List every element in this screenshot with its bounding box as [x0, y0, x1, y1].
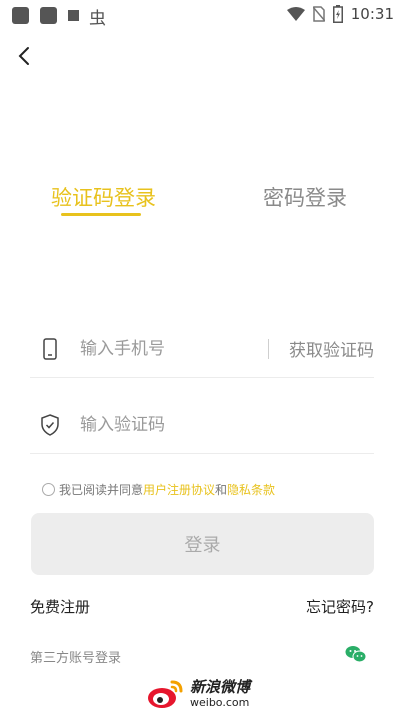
agreement-prefix: 我已阅读并同意 — [59, 483, 144, 497]
status-bar: 虫 10:31 — [0, 0, 404, 34]
bug-icon: 虫 — [89, 9, 106, 29]
app-notification-icon — [40, 7, 57, 24]
weibo-name-cn: 新浪微博 — [190, 678, 251, 696]
status-right-group: 10:31 — [286, 5, 394, 23]
back-button[interactable] — [12, 42, 40, 70]
no-sim-icon — [312, 6, 325, 22]
app-notification-icon — [12, 7, 29, 24]
weibo-name-en: weibo.com — [190, 696, 250, 709]
active-tab-indicator — [61, 213, 141, 216]
weibo-login[interactable]: 新浪微博 weibo.com — [146, 677, 250, 711]
forgot-password-link[interactable]: 忘记密码? — [306, 596, 374, 617]
agreement-row: 我已阅读并同意 用户注册协议 和 隐私条款 — [42, 481, 275, 498]
small-square-icon — [68, 10, 79, 21]
phone-field-row: 获取验证码 — [30, 321, 374, 378]
verification-code-input[interactable] — [78, 409, 262, 441]
third-party-login-label: 第三方账号登录 — [30, 651, 122, 666]
shield-icon — [41, 414, 59, 436]
tab-sms-code-login[interactable]: 验证码登录 — [51, 182, 156, 212]
tab-password-login[interactable]: 密码登录 — [263, 182, 347, 212]
wechat-icon[interactable] — [345, 645, 367, 663]
get-code-button[interactable]: 获取验证码 — [289, 336, 374, 361]
status-time: 10:31 — [350, 5, 394, 23]
agreement-checkbox[interactable] — [42, 483, 55, 496]
divider — [268, 339, 269, 359]
privacy-policy-link[interactable]: 隐私条款 — [227, 481, 275, 498]
weibo-logo-icon — [148, 680, 183, 708]
code-field-row — [30, 397, 374, 454]
chevron-left-icon — [18, 47, 29, 65]
agreement-and: 和 — [215, 483, 228, 497]
login-button[interactable]: 登录 — [31, 513, 374, 575]
wifi-icon — [286, 7, 305, 21]
phone-icon — [43, 338, 57, 360]
phone-input[interactable] — [78, 333, 262, 365]
register-link[interactable]: 免费注册 — [30, 596, 90, 617]
battery-icon — [332, 5, 343, 23]
user-agreement-link[interactable]: 用户注册协议 — [143, 481, 215, 498]
